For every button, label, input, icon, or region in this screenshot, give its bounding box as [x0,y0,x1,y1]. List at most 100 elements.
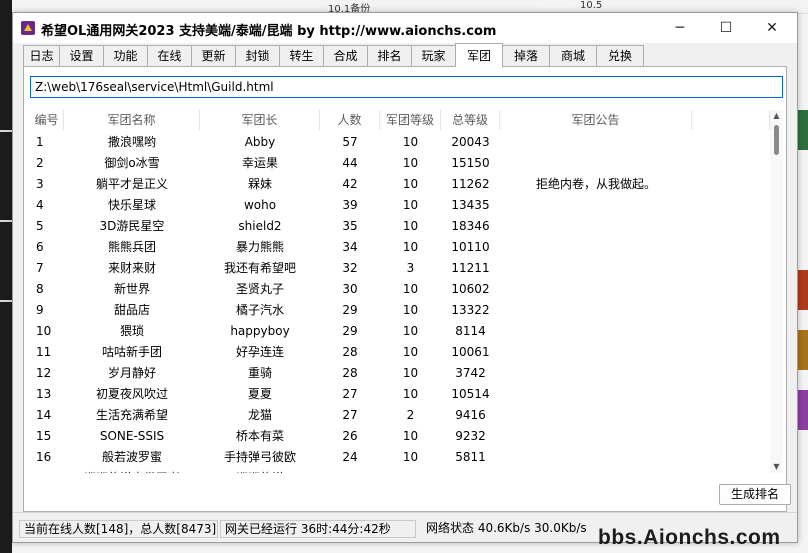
column-header-leader[interactable]: 军团长 [200,110,320,130]
cell-notice [500,195,770,216]
tab-players[interactable]: 玩家 [411,45,456,66]
cell-guild-level: 3 [406,261,415,275]
cell-leader: 桥本有菜 [235,429,284,443]
table-row[interactable]: 8 新世界 圣贤丸子 30 10 10602 [30,279,770,300]
cell-guild-level: 10 [402,198,419,212]
cell-total-level: 15150 [451,156,490,170]
cell-id: 4 [36,198,44,212]
cell-id: 7 [36,261,44,275]
table-row[interactable]: 5 3D游民星空 shield2 35 10 18346 [30,216,770,237]
cell-total-level: 13435 [451,198,490,212]
column-header-empty [692,110,770,130]
column-header-members[interactable]: 人数 [320,110,380,130]
html-path-field[interactable]: Z:\web\176seal\service\Html\Guild.html [30,76,783,98]
title-bar[interactable]: 希望OL通用网关2023 支持美端/泰端/昆端 by http://www.ai… [13,13,797,43]
table-row[interactable]: 4 快乐星球 woho 39 10 13435 [30,195,770,216]
cell-total-level: 20043 [451,135,490,149]
table-row[interactable]: 16 般若波罗蜜 手持弹弓彼欧 24 10 5811 [30,447,770,468]
column-header-guild-name[interactable]: 军团名称 [64,110,200,130]
tab-settings[interactable]: 设置 [59,45,104,66]
table-row[interactable]: 1 撒浪嘿哟 Abby 57 10 20043 [30,132,770,153]
tab-rebirth[interactable]: 转生 [279,45,324,66]
cell-total-level: 5811 [455,450,486,464]
close-button[interactable]: ✕ [749,13,795,43]
cell-total-level: 11262 [451,177,490,191]
table-row[interactable]: 15 SONE-SSIS 桥本有菜 26 10 9232 [30,426,770,447]
cell-guild-name: 熊熊兵团 [107,240,156,254]
cell-leader: woho [243,198,277,212]
table-row[interactable]: 10 猥琐 happyboy 29 10 8114 [30,321,770,342]
minimize-button[interactable]: ─ [657,13,703,43]
column-header-id[interactable]: 编号 [30,110,64,130]
cell-leader: 槑妹 [247,177,272,191]
cell-leader: 幸运果 [241,156,278,170]
cell-id: 9 [36,303,44,317]
cell-notice [500,321,770,342]
tab-update[interactable]: 更新 [191,45,236,66]
cell-guild-name: 嘟嘟传说出世王者 [64,468,200,473]
table-row[interactable]: 14 生活充满希望 龙猫 27 2 9416 [30,405,770,426]
cell-notice [500,447,770,468]
table-row[interactable]: 9 甜品店 橘子汽水 29 10 13322 [30,300,770,321]
table-row[interactable]: 13 初夏夜风吹过 夏夏 27 10 10514 [30,384,770,405]
cell-guild-name: 来财来财 [107,261,156,275]
scroll-down-icon[interactable]: ▼ [770,461,783,473]
cell-notice [500,153,770,174]
tab-log[interactable]: 日志 [23,45,60,66]
column-header-total-level[interactable]: 总等级 [441,110,500,130]
cell-notice [500,342,770,363]
network-status: 网络状态 40.6Kb/s 30.0Kb/s [426,521,587,535]
table-row[interactable]: 2 御剑o冰雪 幸运果 44 10 15150 [30,153,770,174]
vertical-scrollbar[interactable]: ▲ ▼ [770,110,783,473]
cell-guild-name: 咕咕新手团 [101,345,162,359]
table-row[interactable]: 17嘟嘟传说出世王者嘟嘟传说2348057 [30,468,770,473]
cell-leader: 我还有希望吧 [223,261,296,275]
table-row[interactable]: 3 躺平才是正义 槑妹 42 10 11262 拒绝内卷，从我做起。 [30,174,770,195]
cell-guild-level: 4 [380,468,441,473]
cell-guild-level: 10 [402,177,419,191]
table-row[interactable]: 6 熊熊兵团 暴力熊熊 34 10 10110 [30,237,770,258]
cell-members: 23 [320,468,380,473]
cell-notice [500,468,770,473]
tab-exchange[interactable]: 兑换 [596,45,644,66]
column-header-notice[interactable]: 军团公告 [500,110,692,130]
table-row[interactable]: 11 咕咕新手团 好孕连连 28 10 10061 [30,342,770,363]
cell-notice [500,363,770,384]
maximize-button[interactable]: ☐ [703,13,749,43]
cell-guild-level: 10 [402,387,419,401]
cell-leader: 手持弹弓彼欧 [223,450,296,464]
cell-notice [500,279,770,300]
scroll-thumb[interactable] [774,125,779,155]
cell-members: 30 [342,282,358,296]
cell-id: 10 [36,324,52,338]
table-row[interactable]: 7 来财来财 我还有希望吧 32 3 11211 [30,258,770,279]
cell-members: 35 [342,219,358,233]
tab-drops[interactable]: 掉落 [502,45,550,66]
column-header-guild-level[interactable]: 军团等级 [380,110,441,130]
cell-total-level: 3742 [455,366,486,380]
tab-mall[interactable]: 商城 [549,45,597,66]
cell-guild-name: 岁月静好 [107,366,156,380]
tab-ranking[interactable]: 排名 [367,45,412,66]
tab-functions[interactable]: 功能 [103,45,148,66]
cell-id: 2 [36,156,44,170]
cell-leader: 夏夏 [247,387,272,401]
online-count-status: 当前在线人数[148]，总人数[8473] [19,520,218,538]
cell-members: 29 [342,303,358,317]
scroll-up-icon[interactable]: ▲ [770,110,783,122]
tab-online[interactable]: 在线 [147,45,192,66]
cell-members: 57 [342,135,358,149]
cell-leader: 嘟嘟传说 [200,468,320,473]
table-row[interactable]: 12 岁月静好 重骑 28 10 3742 [30,363,770,384]
cell-guild-level: 10 [402,429,419,443]
cell-id: 12 [36,366,52,380]
cell-notice [500,237,770,258]
tab-synthesis[interactable]: 合成 [323,45,368,66]
guild-list[interactable]: 编号 军团名称 军团长 人数 军团等级 总等级 军团公告 1 撒浪嘿哟 Abby 57… [30,110,783,473]
tab-ban[interactable]: 封锁 [235,45,280,66]
cell-guild-level: 10 [402,219,419,233]
cell-guild-level: 10 [402,450,419,464]
cell-notice [500,426,770,447]
tab-guild[interactable]: 军团 [455,43,503,67]
generate-ranking-button[interactable]: 生成排名 [719,484,791,505]
